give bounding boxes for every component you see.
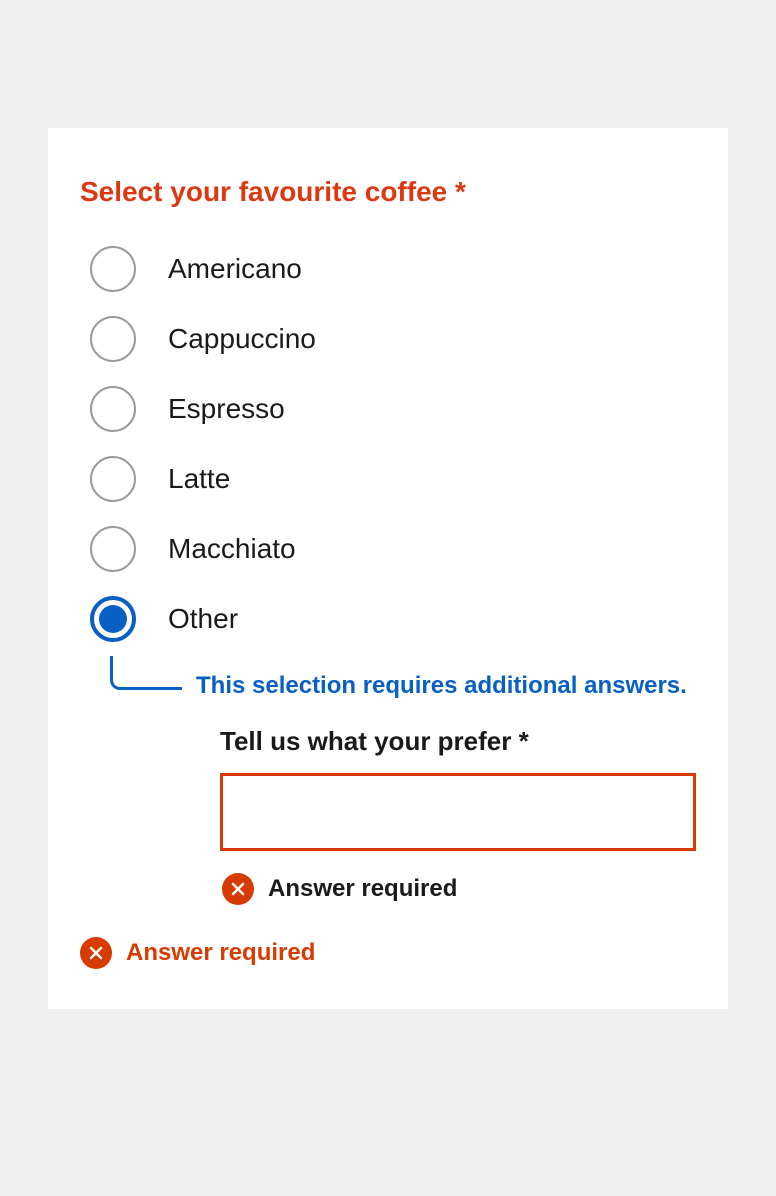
error-icon: [222, 873, 254, 905]
radio-label: Macchiato: [168, 533, 296, 565]
question-error-row: Answer required: [80, 937, 696, 969]
sub-info-text: This selection requires additional answe…: [196, 672, 687, 700]
error-icon: [80, 937, 112, 969]
radio-option-latte[interactable]: Latte: [90, 456, 696, 502]
radio-label: Latte: [168, 463, 230, 495]
radio-option-cappuccino[interactable]: Cappuccino: [90, 316, 696, 362]
sub-question-label: Tell us what your prefer *: [220, 726, 696, 757]
question-title: Select your favourite coffee *: [80, 176, 696, 208]
radio-label: Espresso: [168, 393, 285, 425]
sub-question-error-row: Answer required: [222, 873, 696, 905]
radio-circle-icon: [90, 386, 136, 432]
radio-label: Cappuccino: [168, 323, 316, 355]
question-error-text: Answer required: [126, 939, 315, 967]
radio-circle-icon: [90, 246, 136, 292]
radio-label: Other: [168, 603, 238, 635]
radio-circle-icon: [90, 456, 136, 502]
radio-circle-icon: [90, 526, 136, 572]
sub-question-error-text: Answer required: [268, 875, 457, 903]
sub-question-input[interactable]: [220, 773, 696, 851]
radio-option-macchiato[interactable]: Macchiato: [90, 526, 696, 572]
radio-label: Americano: [168, 253, 302, 285]
radio-option-espresso[interactable]: Espresso: [90, 386, 696, 432]
connector-wrap: This selection requires additional answe…: [110, 656, 696, 700]
radio-option-americano[interactable]: Americano: [90, 246, 696, 292]
radio-option-other[interactable]: Other: [90, 596, 696, 642]
form-card: Select your favourite coffee * Americano…: [48, 128, 728, 1009]
sub-question: Tell us what your prefer * Answer requir…: [220, 726, 696, 905]
radio-circle-icon: [90, 316, 136, 362]
sub-section: This selection requires additional answe…: [110, 656, 696, 905]
connector-line-icon: [110, 656, 182, 690]
radio-circle-selected-icon: [90, 596, 136, 642]
radio-group: Americano Cappuccino Espresso Latte Macc…: [80, 246, 696, 642]
